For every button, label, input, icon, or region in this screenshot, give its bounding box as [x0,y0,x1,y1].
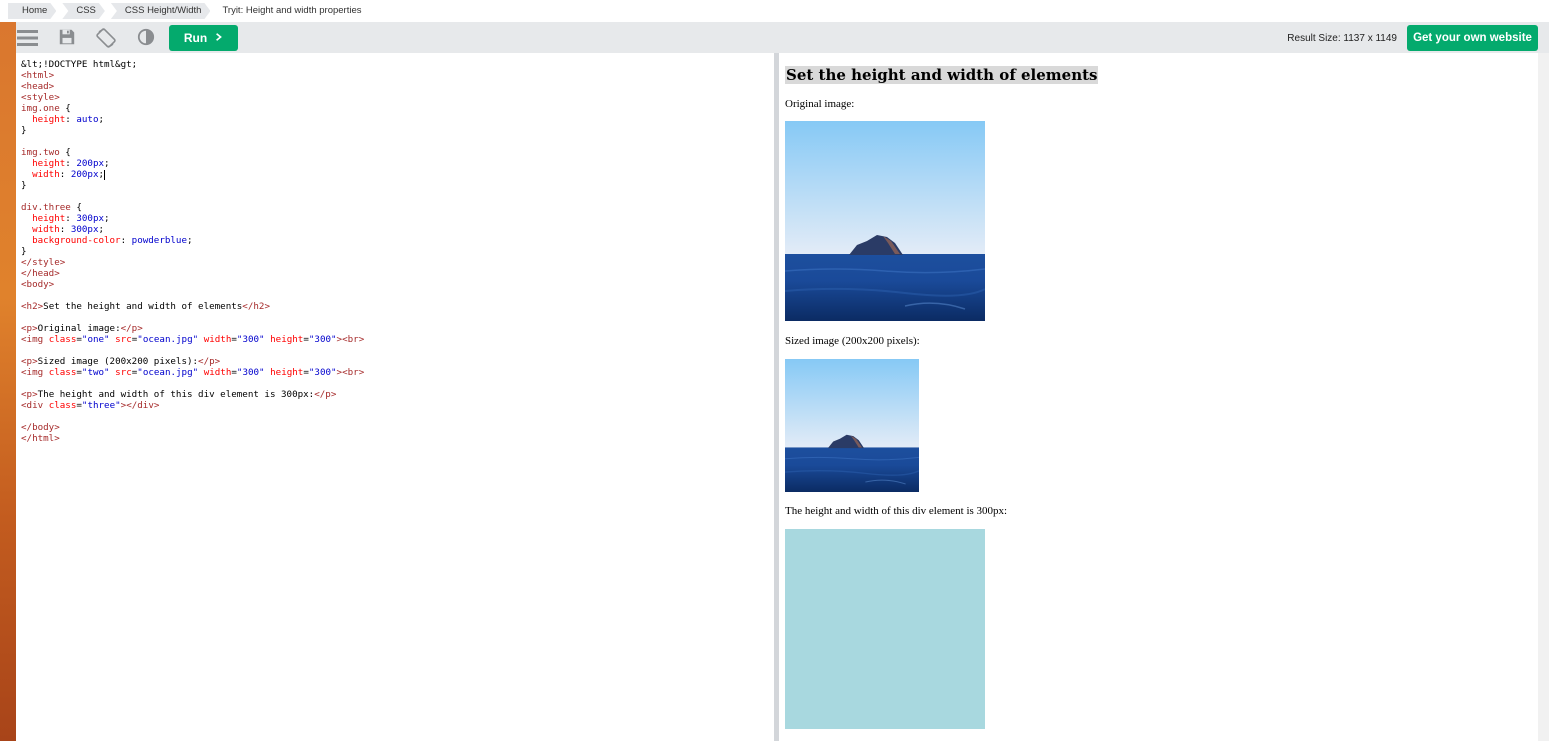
breadcrumb: Home CSS CSS Height/Width Tryit: Height … [8,3,377,19]
code-line[interactable] [21,312,364,323]
ocean-image-sized [785,359,919,492]
code-line[interactable]: </style> [21,257,364,268]
result-size-label: Result Size: 1137 x 1149 [1287,33,1397,44]
editor-toolbar: Run Result Size: 1137 x 1149 Get your ow… [16,22,1549,53]
code-line[interactable]: <h2>Set the height and width of elements… [21,301,364,312]
code-line[interactable]: <p>The height and width of this div elem… [21,389,364,400]
result-scrollbar[interactable] [1538,53,1549,741]
ocean-image-original [785,121,985,321]
breadcrumb-css[interactable]: CSS [62,3,105,19]
code-line[interactable] [21,290,364,301]
code-line[interactable]: <img class="one" src="ocean.jpg" width="… [21,334,364,345]
code-line[interactable]: <style> [21,92,364,103]
code-line[interactable] [21,378,364,389]
code-line[interactable]: height: 300px; [21,213,364,224]
code-line[interactable]: <div class="three"></div> [21,400,364,411]
code-line[interactable]: </body> [21,422,364,433]
code-line[interactable]: width: 300px; [21,224,364,235]
result-original-label: Original image: [785,98,855,110]
desktop-background [0,0,16,741]
code-line[interactable] [21,136,364,147]
run-button-label: Run [183,31,208,45]
code-line[interactable] [21,411,364,422]
code-line[interactable]: div.three { [21,202,364,213]
rotate-orientation-icon[interactable] [96,28,116,48]
code-line[interactable]: <p>Original image:</p> [21,323,364,334]
result-heading: Set the height and width of elements [785,66,1099,84]
code-line[interactable]: } [21,125,364,136]
result-frame: Set the height and width of elements Ori… [779,53,1538,741]
code-line[interactable]: <html> [21,70,364,81]
code-line[interactable]: background-color: powderblue; [21,235,364,246]
code-line[interactable] [21,191,364,202]
code-line[interactable]: </head> [21,268,364,279]
run-button[interactable]: Run [169,25,238,51]
breadcrumb-bar: Home CSS CSS Height/Width Tryit: Height … [0,0,1549,22]
code-line[interactable]: img.two { [21,147,364,158]
code-editor[interactable]: &lt;!DOCTYPE html&gt; <html> <head> <style>… [16,53,774,741]
code-line[interactable]: </html> [21,433,364,444]
code-line[interactable]: height: 200px; [21,158,364,169]
breadcrumb-current: Tryit: Height and width properties [222,5,362,16]
powderblue-div [785,529,985,729]
code-line[interactable] [21,345,364,356]
menu-icon[interactable] [16,28,38,48]
code-line[interactable]: } [21,246,364,257]
code-line[interactable]: img.one { [21,103,364,114]
breadcrumb-css-height-width[interactable]: CSS Height/Width [111,3,211,19]
text-caret [104,169,106,180]
code-line[interactable]: &lt;!DOCTYPE html&gt; [21,59,364,70]
save-icon[interactable] [58,28,78,48]
breadcrumb-home[interactable]: Home [8,3,56,19]
code-line[interactable]: <body> [21,279,364,290]
get-own-website-button[interactable]: Get your own website [1407,25,1538,51]
code-line[interactable]: <p>Sized image (200x200 pixels):</p> [21,356,364,367]
result-sized-label: Sized image (200x200 pixels): [785,335,920,347]
code-line[interactable]: <img class="two" src="ocean.jpg" width="… [21,367,364,378]
code-line[interactable]: width: 200px; [21,169,364,180]
result-div-label: The height and width of this div element… [785,505,1008,517]
code-line[interactable]: <head> [21,81,364,92]
chevron-right-icon [215,31,223,45]
code-content[interactable]: &lt;!DOCTYPE html&gt; <html> <head> <style>… [21,59,364,444]
code-line[interactable]: } [21,180,364,191]
code-line[interactable]: height: auto; [21,114,364,125]
contrast-icon[interactable] [137,28,157,48]
